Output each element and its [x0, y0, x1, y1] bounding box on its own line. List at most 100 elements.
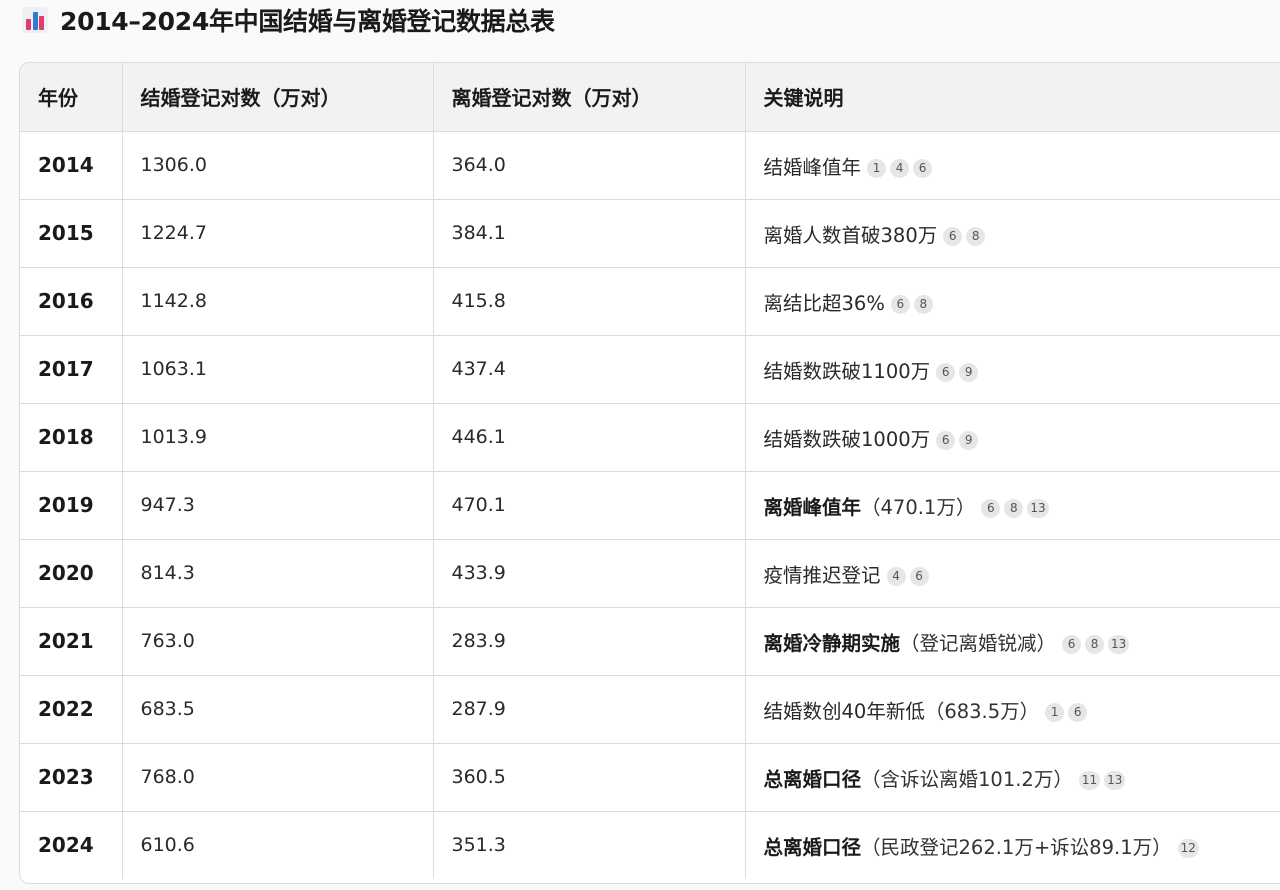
citation-badge[interactable]: 6: [1062, 634, 1082, 654]
cell-divorce: 351.3: [433, 811, 746, 879]
citation-badge[interactable]: 9: [959, 362, 979, 382]
citation-badge[interactable]: 4: [890, 158, 910, 178]
table-row: 2014 1306.0 364.0 结婚峰值年 1 4 6: [20, 131, 1280, 200]
table-row: 2015 1224.7 384.1 离婚人数首破380万 6 8: [20, 199, 1280, 268]
citation-badge[interactable]: 6: [943, 226, 963, 246]
cell-marriage: 1142.8: [122, 267, 434, 336]
cell-year: 2024: [20, 811, 123, 879]
citation-badge[interactable]: 13: [1104, 770, 1126, 790]
table-row: 2023 768.0 360.5 总离婚口径（含诉讼离婚101.2万） 11 13: [20, 743, 1280, 812]
citation-group: 11 13: [1078, 770, 1126, 790]
citation-group: 69: [936, 362, 979, 382]
citation-badge[interactable]: 9: [959, 430, 979, 450]
note-paren-text: （683.5万）: [924, 699, 1040, 723]
citation-badge[interactable]: 8: [1004, 498, 1024, 518]
table-row: 2019 947.3 470.1 离婚峰值年（470.1万） 6 8 13: [20, 471, 1280, 540]
cell-note: 结婚数跌破1000万 6 9: [745, 403, 1280, 472]
cell-note: 结婚数创40年新低（683.5万） 1 6: [745, 675, 1280, 744]
citation-badge[interactable]: 6: [909, 566, 929, 586]
cell-year: 2020: [20, 539, 123, 608]
page-title: 2014–2024年中国结婚与离婚登记数据总表: [60, 7, 555, 36]
note-bold-text: 总离婚口径: [763, 767, 862, 791]
cell-marriage: 610.6: [122, 811, 434, 879]
citation-badge[interactable]: 12: [1177, 838, 1199, 858]
citation-group: 68: [890, 294, 933, 314]
cell-divorce: 364.0: [433, 131, 746, 200]
note-text: 结婚数跌破1100万: [763, 359, 931, 383]
data-table-container: 年份 结婚登记对数（万对） 离婚登记对数（万对） 关键说明 2014 1306.0…: [19, 62, 1280, 884]
cell-marriage: 814.3: [122, 539, 434, 608]
bar-chart-icon: [22, 7, 48, 33]
cell-divorce: 287.9: [433, 675, 746, 744]
cell-divorce: 437.4: [433, 335, 746, 404]
table-row: 2017 1063.1 437.4 结婚数跌破1100万 6 9: [20, 335, 1280, 404]
cell-note: 疫情推迟登记 4 6: [745, 539, 1280, 608]
citation-badge[interactable]: 13: [1027, 498, 1049, 518]
note-bold-text: 总离婚口径: [763, 835, 862, 859]
citation-badge[interactable]: 6: [913, 158, 933, 178]
citation-badge[interactable]: 6: [936, 362, 956, 382]
header-divorce: 离婚登记对数（万对）: [433, 63, 746, 132]
cell-marriage: 1013.9: [122, 403, 434, 472]
citation-group: 6 8 13: [1062, 634, 1130, 654]
data-table: 年份 结婚登记对数（万对） 离婚登记对数（万对） 关键说明 2014 1306.0…: [20, 63, 1280, 879]
cell-divorce: 446.1: [433, 403, 746, 472]
note-paren-text: （含诉讼离婚101.2万）: [861, 767, 1073, 791]
citation-group: 12: [1177, 838, 1199, 858]
cell-note: 结婚数跌破1100万 6 9: [745, 335, 1280, 404]
citation-badge[interactable]: 8: [1085, 634, 1105, 654]
cell-divorce: 384.1: [433, 199, 746, 268]
note-text: 疫情推迟登记: [763, 563, 881, 587]
citation-badge[interactable]: 6: [1068, 702, 1088, 722]
cell-year: 2021: [20, 607, 123, 676]
note-text: 结婚峰值年: [763, 155, 862, 179]
cell-year: 2019: [20, 471, 123, 540]
table-row: 2020 814.3 433.9 疫情推迟登记 4 6: [20, 539, 1280, 608]
cell-year: 2022: [20, 675, 123, 744]
citation-badge[interactable]: 1: [867, 158, 887, 178]
cell-year: 2015: [20, 199, 123, 268]
citation-badge[interactable]: 6: [981, 498, 1001, 518]
cell-year: 2018: [20, 403, 123, 472]
citation-group: 69: [936, 430, 979, 450]
citation-badge[interactable]: 6: [936, 430, 956, 450]
cell-marriage: 768.0: [122, 743, 434, 812]
header-note: 关键说明: [745, 63, 1280, 132]
cell-year: 2017: [20, 335, 123, 404]
citation-badge[interactable]: 11: [1078, 770, 1101, 790]
cell-marriage: 763.0: [122, 607, 434, 676]
citation-badge[interactable]: 6: [890, 294, 910, 314]
table-body: 2014 1306.0 364.0 结婚峰值年 1 4 6 2015 1224.7 384.1 离婚…: [20, 131, 1280, 879]
citation-group: 146: [867, 158, 933, 178]
cell-year: 2023: [20, 743, 123, 812]
table-row: 2016 1142.8 415.8 离结比超36% 6 8: [20, 267, 1280, 336]
citation-group: 6 8 13: [981, 498, 1049, 518]
note-text: 结婚数跌破1000万: [763, 427, 931, 451]
cell-divorce: 433.9: [433, 539, 746, 608]
note-text: 离结比超36%: [763, 291, 885, 315]
cell-year: 2016: [20, 267, 123, 336]
table-header-row: 年份 结婚登记对数（万对） 离婚登记对数（万对） 关键说明: [20, 63, 1280, 132]
table-row: 2018 1013.9 446.1 结婚数跌破1000万 6 9: [20, 403, 1280, 472]
cell-divorce: 415.8: [433, 267, 746, 336]
cell-note: 离婚峰值年（470.1万） 6 8 13: [745, 471, 1280, 540]
cell-marriage: 683.5: [122, 675, 434, 744]
note-text: 结婚数创40年新低: [763, 699, 925, 723]
note-bold-text: 离婚峰值年: [763, 495, 862, 519]
citation-badge[interactable]: 8: [966, 226, 986, 246]
note-paren-text: （470.1万）: [861, 495, 976, 519]
title-row: 2014–2024年中国结婚与离婚登记数据总表: [22, 0, 555, 40]
citation-badge[interactable]: 4: [886, 566, 906, 586]
cell-marriage: 947.3: [122, 471, 434, 540]
table-row: 2022 683.5 287.9 结婚数创40年新低（683.5万） 1 6: [20, 675, 1280, 744]
cell-note: 离婚冷静期实施（登记离婚锐减） 6 8 13: [745, 607, 1280, 676]
note-paren-text: （民政登记262.1万+诉讼89.1万）: [861, 835, 1172, 859]
citation-badge[interactable]: 1: [1045, 702, 1065, 722]
citation-badge[interactable]: 13: [1108, 634, 1130, 654]
cell-note: 离婚人数首破380万 6 8: [745, 199, 1280, 268]
cell-note: 总离婚口径（民政登记262.1万+诉讼89.1万） 12: [745, 811, 1280, 879]
note-paren-text: （登记离婚锐减）: [900, 631, 1057, 655]
citation-badge[interactable]: 8: [913, 294, 933, 314]
note-bold-text: 离婚冷静期实施: [763, 631, 901, 655]
cell-marriage: 1224.7: [122, 199, 434, 268]
